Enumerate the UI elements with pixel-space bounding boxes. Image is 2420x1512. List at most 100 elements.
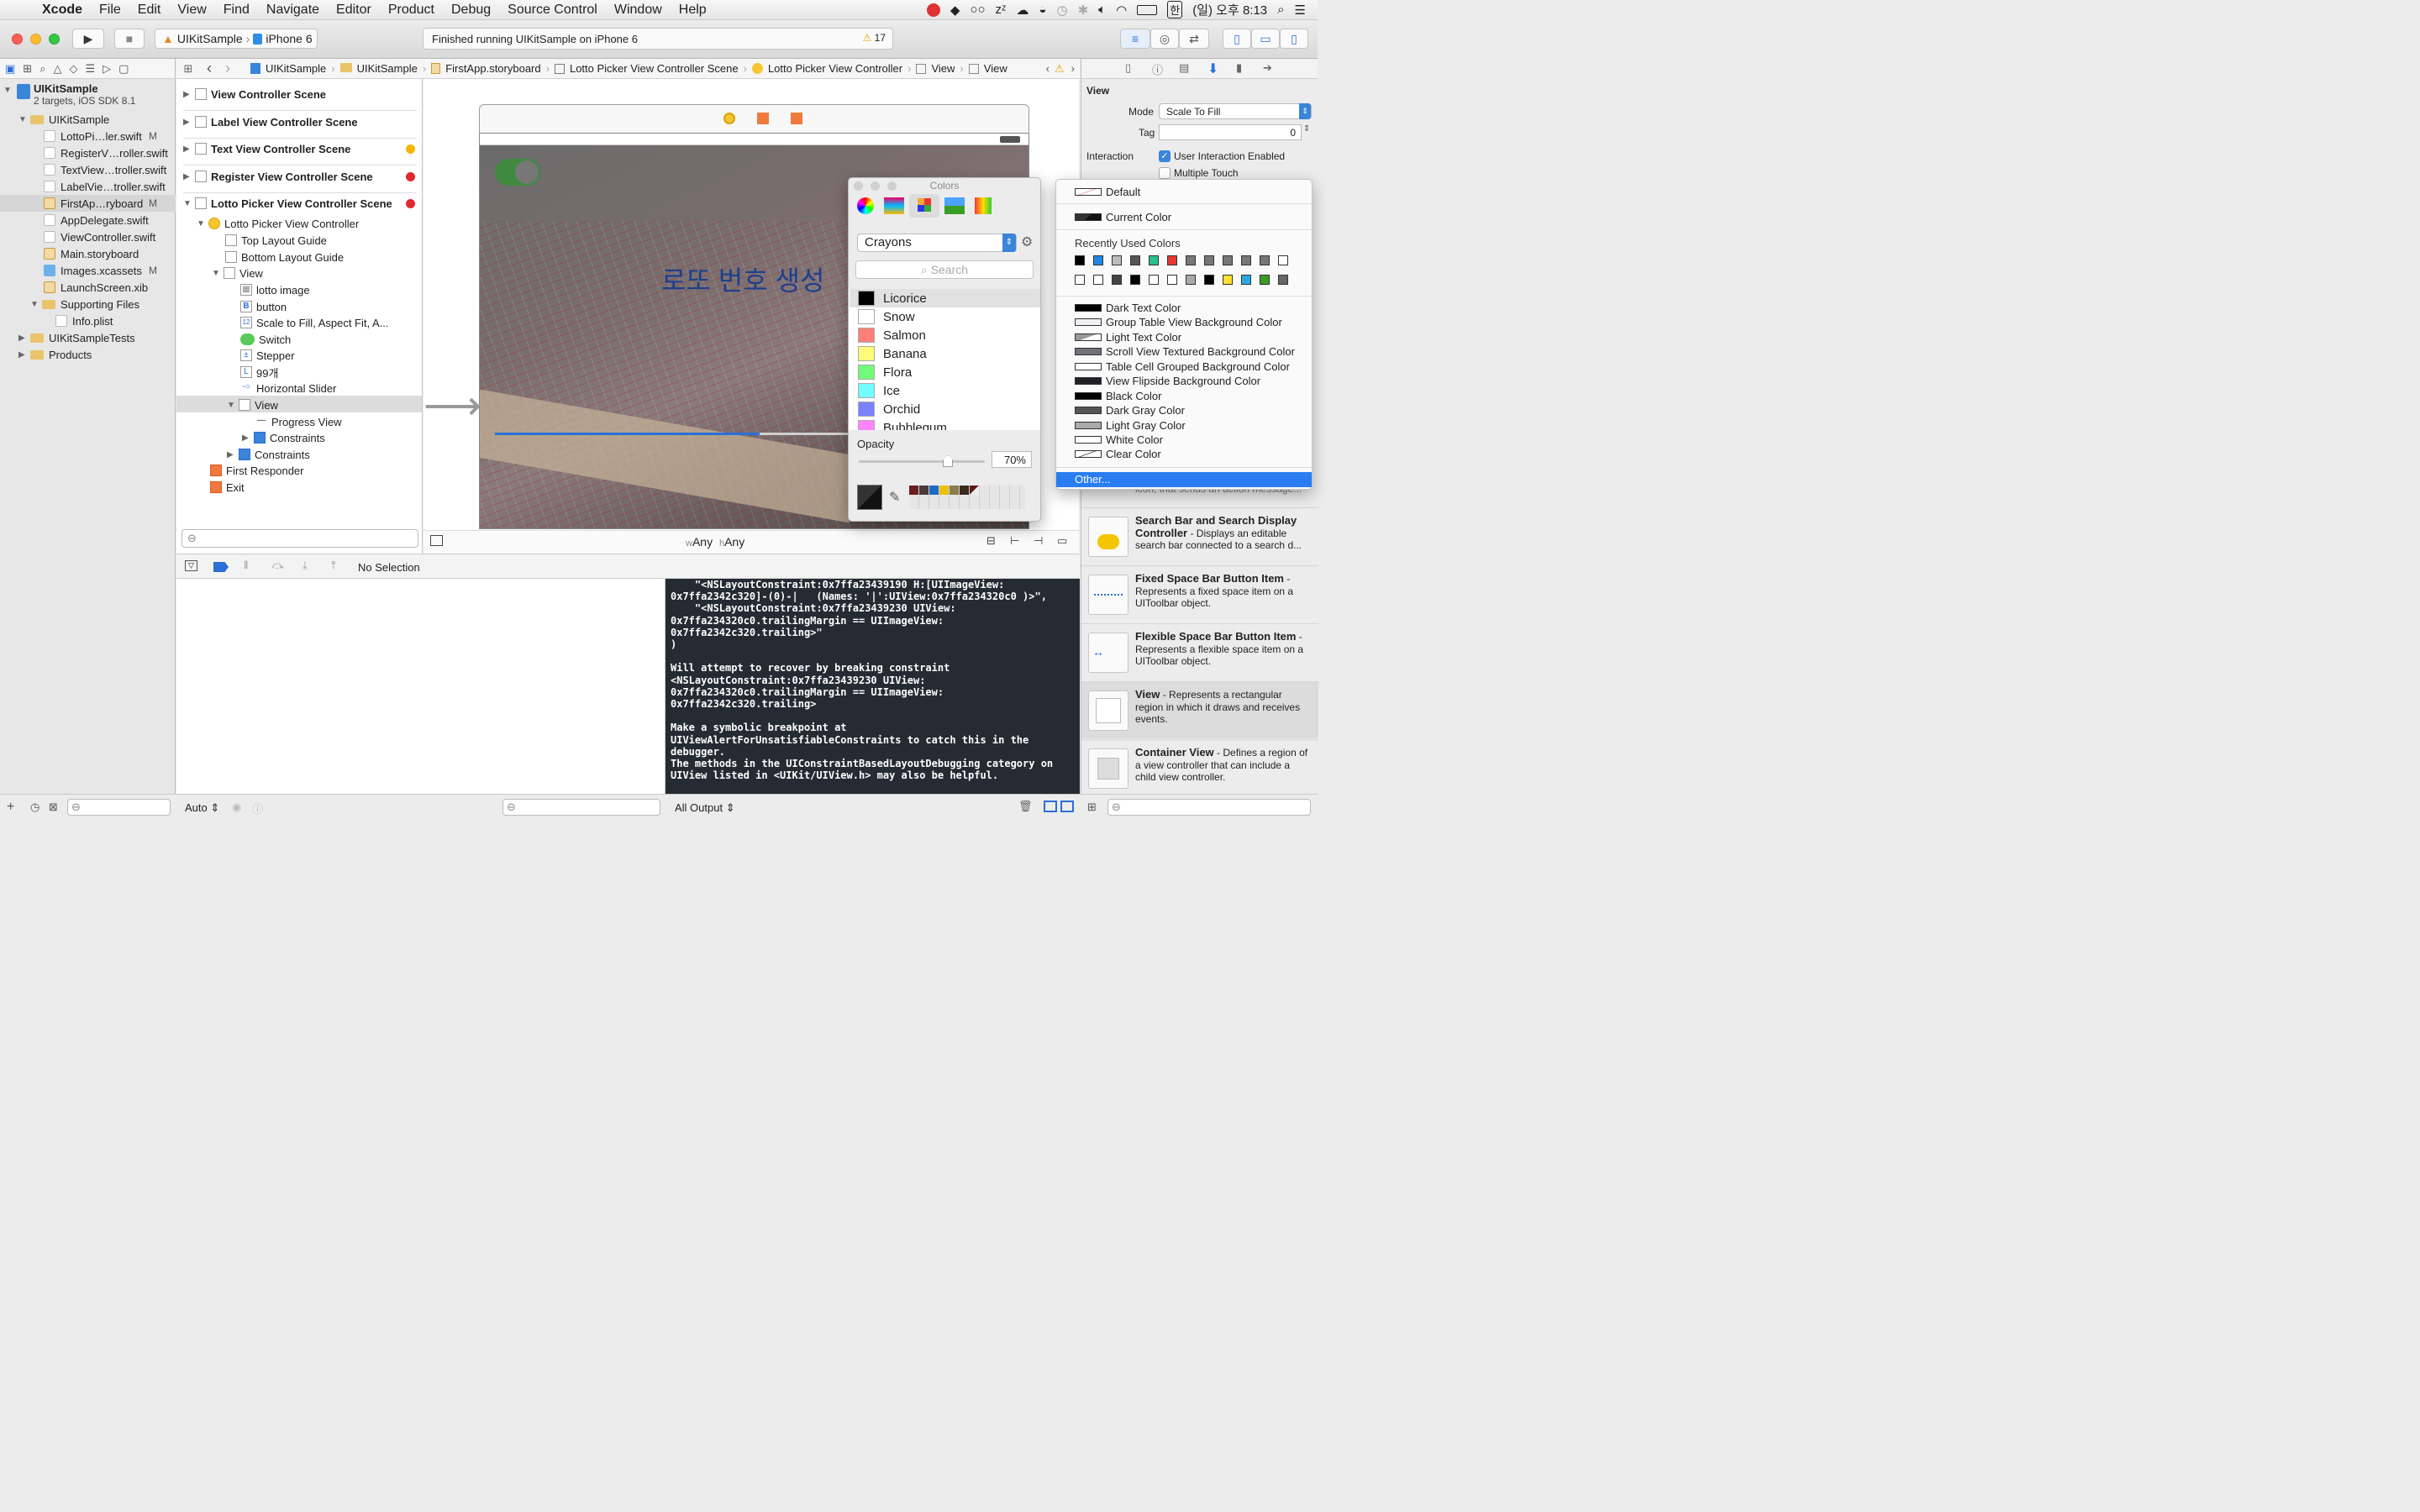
auto-variables-popup[interactable]: Auto ⇕ bbox=[185, 801, 219, 815]
saved-swatch[interactable] bbox=[929, 486, 939, 495]
recent-color-swatch[interactable] bbox=[1223, 255, 1233, 265]
outline-segmented-control[interactable]: 12 Scale to Fill, Aspect Fit, A... bbox=[240, 314, 389, 331]
library-item-flexible-space[interactable]: ↔ Flexible Space Bar Button Item - Repre… bbox=[1081, 623, 1318, 680]
disclosure-triangle-icon[interactable]: ▼ bbox=[183, 199, 195, 208]
pause-icon[interactable]: ‖ bbox=[244, 559, 248, 571]
disclosure-triangle-icon[interactable]: ▼ bbox=[227, 401, 239, 410]
colors-panel[interactable]: Colors Crayons ⇕ ⚙ ⌕ Search Licorice Sno… bbox=[848, 177, 1041, 522]
outline-button[interactable]: Bbutton bbox=[240, 298, 287, 315]
identity-inspector-icon[interactable]: ▤ bbox=[1179, 61, 1189, 75]
outline-scene-view-controller[interactable]: ▶ View Controller Scene bbox=[183, 86, 326, 102]
outline-switch[interactable]: Switch bbox=[240, 331, 291, 348]
menu-item-scroll-textured[interactable]: Scroll View Textured Background Color bbox=[1056, 344, 1312, 359]
show-variables-view-button[interactable] bbox=[1044, 801, 1057, 812]
outline-bottom-layout-guide[interactable]: Bottom Layout Guide bbox=[225, 249, 344, 265]
recent-color-swatch[interactable] bbox=[1112, 255, 1122, 265]
current-color-well[interactable] bbox=[857, 485, 882, 510]
menu-help[interactable]: Help bbox=[671, 3, 715, 18]
menu-item-light-text[interactable]: Light Text Color bbox=[1056, 330, 1312, 344]
recent-color-swatch[interactable] bbox=[1149, 255, 1159, 265]
file-images-xcassets[interactable]: Images.xcassets M bbox=[0, 262, 176, 279]
menu-item-light-gray[interactable]: Light Gray Color bbox=[1056, 418, 1312, 433]
group-supporting-files[interactable]: ▼ Supporting Files bbox=[0, 296, 176, 312]
palette-gear-icon[interactable]: ⚙ bbox=[1021, 234, 1033, 250]
assistant-editor-button[interactable]: ◎ bbox=[1150, 29, 1179, 49]
title-label[interactable]: 로또 번호 생성 bbox=[661, 260, 824, 298]
symbol-navigator-icon[interactable]: ⊞ bbox=[23, 62, 32, 76]
jump-crumb-project[interactable]: UIKitSample bbox=[237, 62, 331, 75]
warning-dot-icon[interactable] bbox=[406, 144, 415, 154]
outline-stepper[interactable]: ± Stepper bbox=[240, 347, 295, 364]
recent-color-swatch[interactable] bbox=[1260, 275, 1270, 285]
user-interaction-checkbox[interactable]: ✓ bbox=[1159, 150, 1171, 162]
file-info-plist[interactable]: Info.plist bbox=[0, 312, 176, 329]
saved-swatch[interactable] bbox=[909, 486, 918, 495]
zoom-window-button[interactable] bbox=[49, 34, 60, 45]
jump-crumb-storyboard[interactable]: FirstApp.storyboard bbox=[426, 62, 545, 75]
spotlight-icon[interactable]: ⌕ bbox=[1277, 3, 1284, 17]
recent-color-swatch[interactable] bbox=[1130, 255, 1140, 265]
recent-color-swatch[interactable] bbox=[1260, 255, 1270, 265]
dock-first-responder-icon[interactable] bbox=[757, 113, 769, 124]
recent-color-swatch[interactable] bbox=[1075, 255, 1085, 265]
file-lottopicker-swift[interactable]: LottoPi…ler.swift M bbox=[0, 128, 176, 144]
stack-button[interactable]: ⊟ bbox=[986, 534, 996, 548]
menu-item-clear[interactable]: Clear Color bbox=[1056, 447, 1312, 461]
breakpoint-navigator-icon[interactable]: ▷ bbox=[103, 62, 111, 76]
disclosure-triangle-icon[interactable]: ▶ bbox=[242, 433, 254, 443]
dropbox-icon[interactable]: ◆ bbox=[950, 3, 960, 18]
color-wheel-tab[interactable] bbox=[857, 197, 874, 214]
stop-button[interactable]: ■ bbox=[114, 29, 145, 49]
opacity-slider-knob[interactable] bbox=[943, 455, 953, 467]
outline-progress-view[interactable]: — Progress View bbox=[255, 413, 342, 430]
group-uikitsample[interactable]: ▼ UIKitSample bbox=[0, 111, 176, 128]
recent-color-swatch[interactable] bbox=[1112, 275, 1122, 285]
saved-swatch[interactable] bbox=[950, 486, 959, 495]
size-class-control[interactable]: wAny hAny bbox=[686, 535, 744, 549]
disclosure-triangle-icon[interactable]: ▶ bbox=[183, 90, 195, 99]
sleep-icon[interactable]: zᶻ bbox=[996, 3, 1007, 17]
connections-inspector-icon[interactable]: ➔ bbox=[1263, 61, 1272, 75]
size-inspector-icon[interactable]: ▮ bbox=[1236, 61, 1242, 75]
library-filter-field[interactable]: ⊖ bbox=[1107, 799, 1311, 816]
disclosure-triangle-icon[interactable]: ▶ bbox=[18, 350, 30, 360]
cloud-icon[interactable]: ☁ bbox=[1016, 3, 1028, 18]
volume-icon[interactable]: 🔈︎ bbox=[1098, 3, 1106, 17]
scm-filter-icon[interactable]: ⊠ bbox=[49, 801, 58, 814]
variables-view[interactable] bbox=[176, 579, 666, 794]
disclosure-triangle-icon[interactable]: ▶ bbox=[227, 450, 239, 459]
error-dot-icon[interactable] bbox=[406, 172, 415, 181]
step-over-icon[interactable]: ⤼ bbox=[272, 559, 284, 572]
jump-crumb-controller[interactable]: Lotto Picker View Controller bbox=[747, 62, 908, 75]
find-navigator-icon[interactable]: ⌕ bbox=[39, 62, 45, 76]
color-palettes-tab-selected[interactable] bbox=[909, 194, 939, 218]
hide-debug-area-icon[interactable]: ▽ bbox=[185, 560, 197, 571]
menu-view[interactable]: View bbox=[169, 3, 214, 18]
run-button[interactable]: ▶ bbox=[72, 29, 104, 49]
version-editor-button[interactable]: ⇄ bbox=[1179, 29, 1209, 49]
outline-subview[interactable]: ▼ View bbox=[227, 396, 278, 413]
group-products[interactable]: ▶ Products bbox=[0, 346, 176, 363]
tag-field[interactable]: 0 bbox=[1159, 124, 1302, 140]
jump-crumb-view[interactable]: View bbox=[911, 62, 960, 75]
crayon-snow[interactable]: Snow bbox=[850, 307, 1040, 326]
progress-view[interactable] bbox=[495, 433, 848, 435]
step-out-icon[interactable]: ⤒ bbox=[331, 559, 336, 572]
saved-swatch[interactable] bbox=[939, 486, 949, 495]
crayon-flora[interactable]: Flora bbox=[850, 363, 1040, 381]
outline-constraints-inner[interactable]: ▶ Constraints bbox=[242, 429, 325, 446]
menu-item-white[interactable]: White Color bbox=[1056, 433, 1312, 447]
crayon-bubblegum[interactable]: Bubblegum bbox=[850, 418, 1040, 430]
outline-view[interactable]: ▼ View bbox=[212, 265, 263, 281]
color-search-field[interactable]: ⌕ Search bbox=[855, 260, 1034, 279]
crayon-banana[interactable]: Banana bbox=[850, 344, 1040, 363]
outline-lotto-picker-view-controller[interactable]: ▼ Lotto Picker View Controller bbox=[197, 215, 359, 232]
back-button[interactable]: ‹ bbox=[200, 60, 218, 77]
wifi-icon[interactable]: ◠ bbox=[1116, 3, 1127, 18]
file-inspector-icon[interactable]: ▯ bbox=[1125, 61, 1131, 75]
palette-popup[interactable]: Crayons ⇕ bbox=[857, 234, 1017, 252]
recent-color-swatch[interactable] bbox=[1278, 275, 1288, 285]
align-button[interactable]: ⊢ bbox=[1010, 534, 1019, 548]
crayon-orchid[interactable]: Orchid bbox=[850, 400, 1040, 418]
debug-navigator-icon[interactable]: ☰ bbox=[85, 62, 95, 76]
